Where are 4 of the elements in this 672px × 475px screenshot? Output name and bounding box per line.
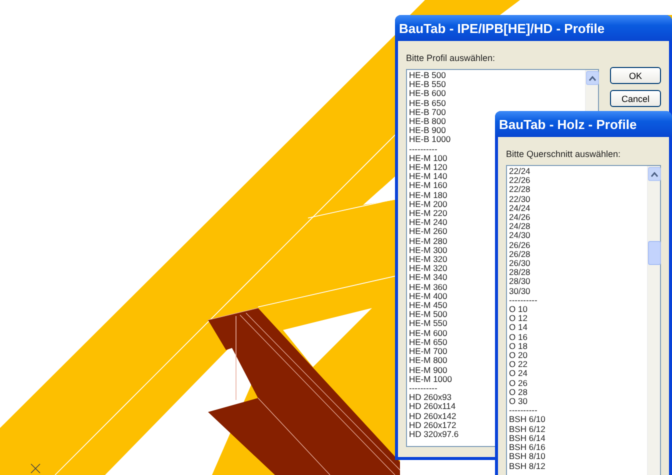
prompt-label: Bitte Querschnitt auswählen: [506,149,622,159]
window-title: BauTab - Holz - Profile [499,116,637,132]
window-title: BauTab - IPE/IPB[HE]/HD - Profile [399,20,605,36]
prompt-label: Bitte Profil auswählen: [406,53,496,63]
